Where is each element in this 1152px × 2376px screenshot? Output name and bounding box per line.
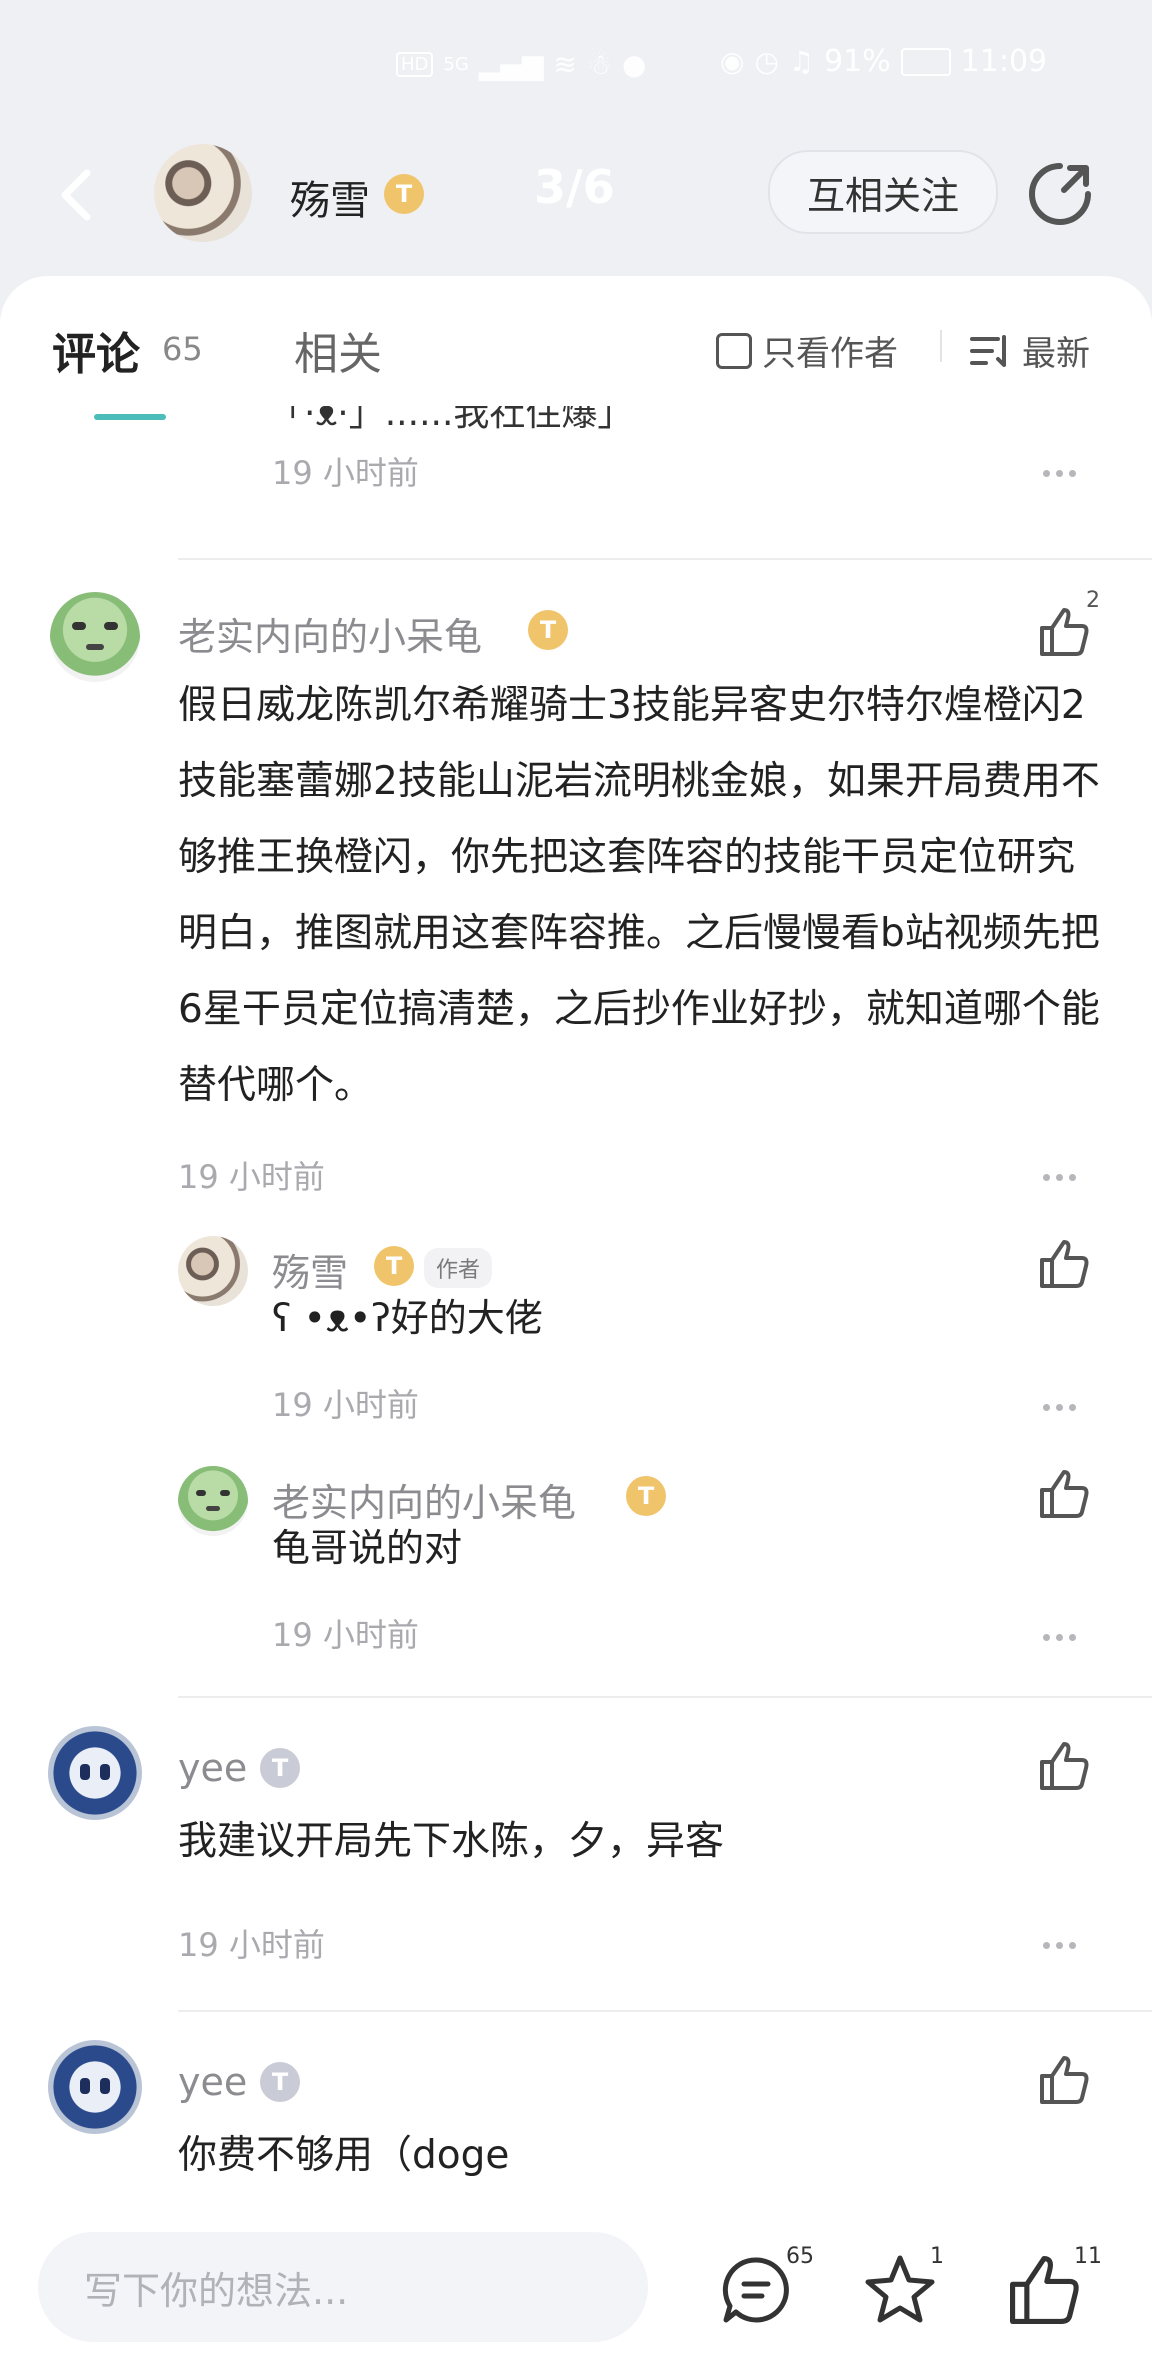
follow-button[interactable]: 互相关注 — [768, 150, 998, 234]
comment-username[interactable]: yee — [178, 2060, 247, 2104]
more-options-icon[interactable] — [1040, 462, 1090, 482]
author-avatar[interactable] — [154, 144, 252, 242]
sort-button[interactable]: 最新 — [968, 326, 1090, 375]
more-options-icon[interactable] — [1040, 1934, 1090, 1954]
sort-icon — [970, 334, 1006, 367]
thumbs-up-icon — [1040, 2056, 1089, 2104]
divider — [178, 1696, 1152, 1698]
author-name[interactable]: 殇雪 — [290, 168, 370, 226]
back-button[interactable] — [40, 160, 110, 230]
reply-avatar[interactable] — [178, 1236, 248, 1306]
tab-bar: 评论 65 相关 只看作者 最新 — [0, 276, 1152, 420]
more-options-icon[interactable] — [1040, 1626, 1090, 1646]
user-avatar[interactable] — [50, 592, 140, 682]
status-bar: HD 5G ▂▄▆ ≋ ☃ ● ◉ ◷ ♫ 91% 11:09 — [0, 0, 1152, 130]
message-icon: ● — [622, 48, 647, 81]
thumbs-up-icon — [1040, 1240, 1089, 1288]
comment-username[interactable]: 老实内向的小呆龟 — [178, 606, 482, 661]
battery-percent: 91% — [823, 44, 891, 79]
comment-time: 19 小时前 — [272, 454, 419, 492]
favorite-button[interactable] — [860, 2250, 940, 2330]
reply-time: 19 小时前 — [272, 1616, 419, 1654]
comments-sheet: 评论 65 相关 只看作者 最新 「·ᴥ·」......我社住爆」 19 小时前… — [0, 276, 1152, 2200]
status-right: ◉ ◷ ♫ 91% 11:09 — [720, 44, 1047, 79]
bottom-action-bar: 写下你的想法... 65 1 11 — [0, 2200, 1152, 2376]
comments-count: 65 — [162, 330, 203, 368]
share-icon — [1029, 163, 1091, 225]
user-level-badge: T — [260, 2062, 300, 2102]
thumbs-up-icon — [1040, 1742, 1089, 1790]
tab-divider — [940, 330, 942, 362]
comment-username[interactable]: yee — [178, 1746, 247, 1790]
reply-text: ʕ •ᴥ•ʔ好的大佬 — [272, 1296, 543, 1340]
comment-button[interactable] — [716, 2250, 796, 2330]
mute-icon: ♫ — [788, 45, 814, 78]
share-button[interactable] — [1024, 158, 1096, 230]
like-button[interactable] — [1036, 1738, 1092, 1794]
user-avatar[interactable] — [48, 2040, 142, 2134]
status-left: HD 5G ▂▄▆ ≋ ☃ ● — [396, 48, 646, 81]
comment-feed[interactable]: 「·ᴥ·」......我社住爆」 19 小时前 老实内向的小呆龟 T 2 假日威… — [0, 406, 1152, 2200]
author-tag: 作者 — [424, 1248, 493, 1288]
sort-label: 最新 — [1022, 334, 1090, 374]
post-header: 殇雪 T 3/6 互相关注 — [0, 130, 1152, 280]
qq-icon: ☃ — [586, 48, 612, 81]
clock: 11:09 — [960, 44, 1048, 79]
more-options-icon[interactable] — [1040, 1166, 1090, 1186]
wifi-icon: ≋ — [553, 48, 577, 81]
comment-text: 「·ᴥ·」......我社住爆」 — [268, 406, 634, 434]
reply-time: 19 小时前 — [272, 1386, 419, 1424]
thumbs-up-icon — [1040, 608, 1089, 656]
chevron-left-icon — [61, 169, 91, 221]
divider — [178, 2010, 1152, 2012]
favorite-count: 1 — [930, 2244, 944, 2269]
user-avatar[interactable] — [48, 1726, 142, 1820]
comment-count: 65 — [786, 2244, 814, 2269]
eye-icon: ◉ — [720, 45, 745, 78]
comment-text: 你费不够用（doge — [178, 2133, 510, 2178]
like-button[interactable] — [1036, 1466, 1092, 1522]
like-button[interactable] — [1036, 2052, 1092, 2108]
like-count: 11 — [1074, 2244, 1102, 2269]
like-button[interactable] — [1036, 1236, 1092, 1292]
page-indicator: 3/6 — [534, 160, 615, 214]
user-level-badge: T — [374, 1246, 414, 1286]
thumbs-up-icon — [1040, 1470, 1089, 1518]
tab-comments[interactable]: 评论 — [52, 318, 140, 382]
comment-text: 我建议开局先下水陈，夕，异客 — [178, 1819, 725, 1864]
like-button[interactable] — [1036, 604, 1092, 660]
reply-avatar[interactable] — [178, 1466, 248, 1536]
user-level-badge: T — [260, 1748, 300, 1788]
like-count: 2 — [1086, 588, 1100, 613]
user-level-badge: T — [626, 1476, 666, 1516]
tab-related[interactable]: 相关 — [294, 318, 382, 382]
comment-bubble-icon — [722, 2257, 789, 2323]
only-author-label: 只看作者 — [762, 334, 898, 374]
comment-partial: 「·ᴥ·」......我社住爆」 19 小时前 — [0, 406, 1152, 506]
comment-time: 19 小时前 — [178, 1158, 325, 1196]
checkbox-icon — [716, 332, 752, 369]
like-post-button[interactable] — [1004, 2250, 1084, 2330]
signal-icon: ▂▄▆ — [478, 48, 544, 81]
only-author-toggle[interactable]: 只看作者 — [716, 326, 898, 375]
hd-badge: HD — [396, 52, 434, 77]
thumbs-up-icon — [1010, 2256, 1079, 2324]
divider — [178, 558, 1152, 560]
more-options-icon[interactable] — [1040, 1396, 1090, 1416]
comment-input[interactable]: 写下你的想法... — [38, 2232, 648, 2342]
network-badge: 5G — [443, 54, 469, 75]
battery-icon — [900, 47, 951, 76]
user-level-badge: T — [528, 610, 568, 650]
comment-text: 假日威龙陈凯尔希耀骑士3技能异客史尔特尔煌橙闪2技能塞蕾娜2技能山泥岩流明桃金娘… — [178, 683, 1100, 1108]
reply-text: 龟哥说的对 — [272, 1526, 463, 1570]
comment-time: 19 小时前 — [178, 1926, 325, 1964]
star-icon — [865, 2255, 935, 2323]
author-level-badge: T — [384, 174, 424, 214]
alarm-icon: ◷ — [754, 45, 779, 78]
